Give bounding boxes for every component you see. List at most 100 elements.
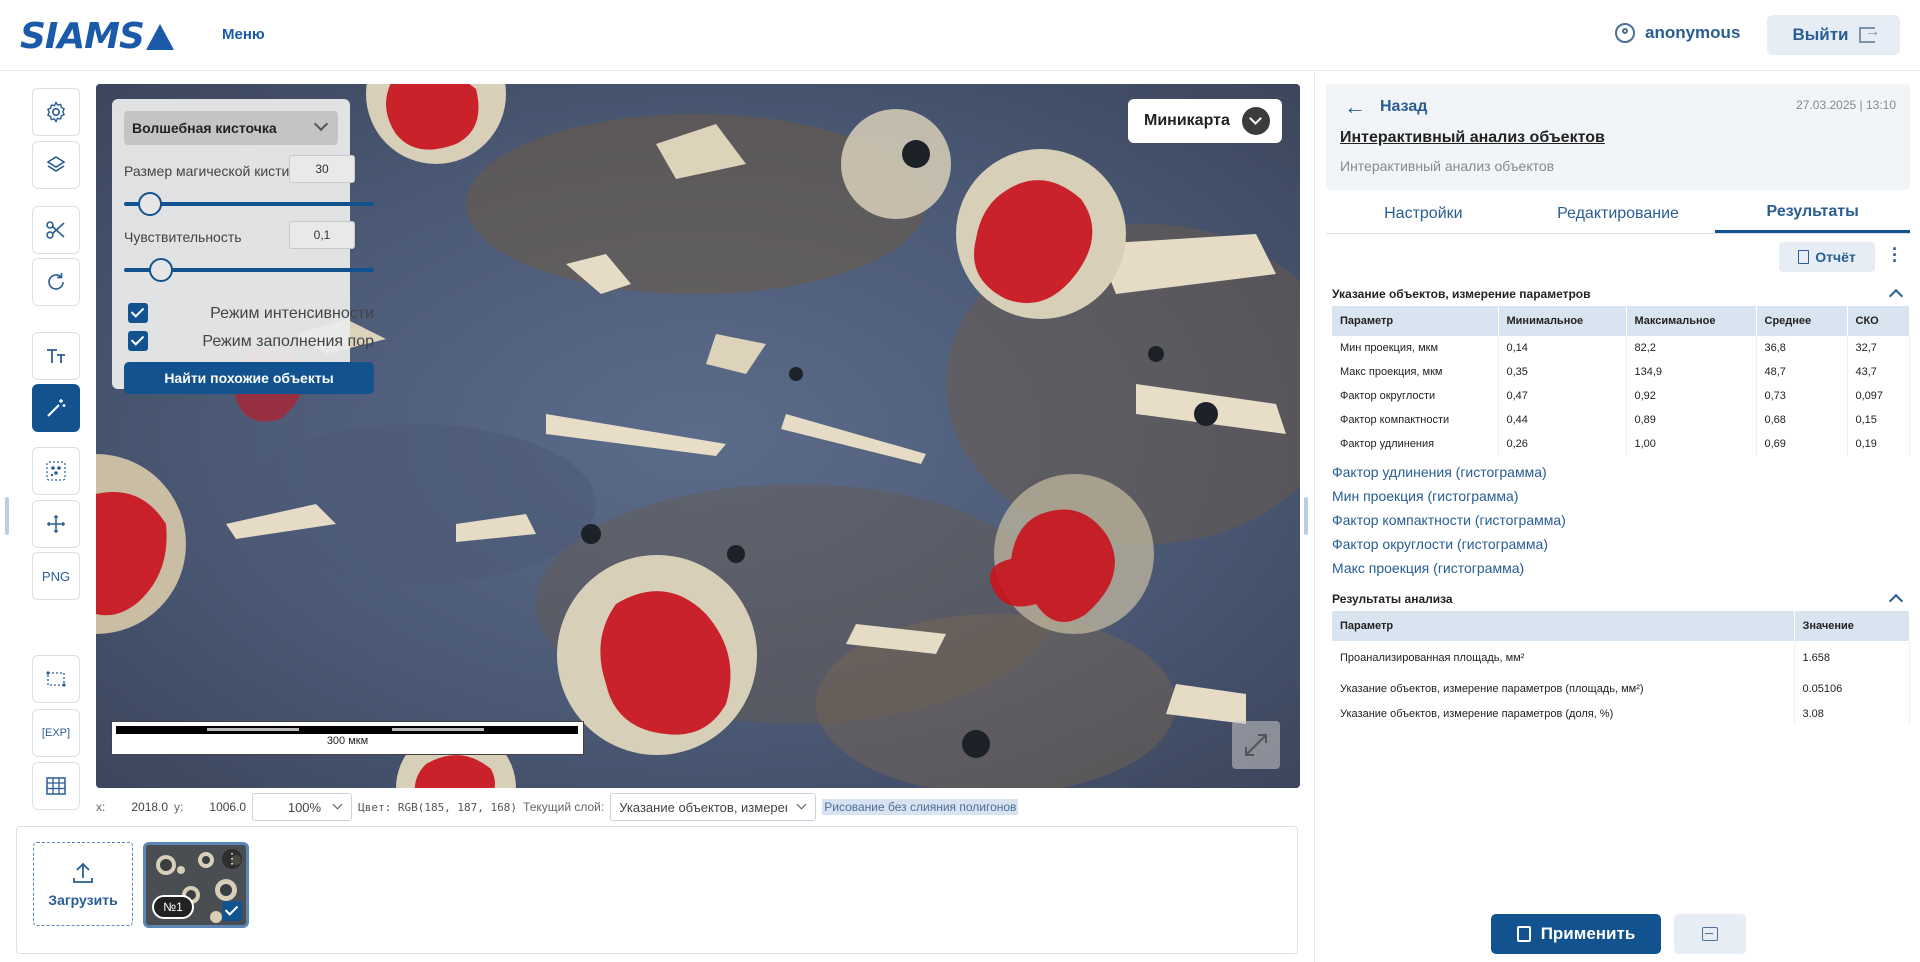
histogram-link-elongation[interactable]: Фактор удлинения (гистограмма) — [1332, 464, 1547, 480]
left-panel-resize-handle[interactable] — [5, 497, 9, 535]
table-cell: 82,2 — [1626, 336, 1757, 360]
y-coord-value: 1006.0 — [209, 800, 247, 814]
exp-export-tool[interactable]: [EXP] — [32, 709, 80, 757]
thumbnail-checkbox[interactable] — [222, 901, 242, 921]
table-cell: Фактор удлинения — [1332, 432, 1499, 456]
fullscreen-button[interactable] — [1232, 721, 1280, 769]
table-row: Фактор удлинения 0,26 1,00 0,69 0,19 — [1332, 432, 1910, 456]
tab-settings[interactable]: Настройки — [1326, 194, 1521, 233]
image-canvas[interactable]: Волшебная кисточка Размер магической кис… — [96, 84, 1300, 788]
intensity-mode-checkbox[interactable] — [128, 303, 148, 323]
table-cell: Указание объектов, измерение параметров … — [1332, 675, 1795, 703]
sensitivity-slider-knob[interactable] — [148, 258, 173, 282]
zoom-select[interactable]: 100% — [252, 793, 353, 821]
brush-size-slider[interactable] — [124, 192, 374, 216]
selection-tool[interactable] — [32, 655, 80, 703]
analysis-title[interactable]: Интерактивный анализ объектов — [1340, 129, 1605, 147]
panel-divider — [1314, 72, 1315, 962]
particles-tool[interactable] — [32, 447, 80, 495]
table-cell: Фактор компактности — [1332, 408, 1499, 432]
measure-icon — [47, 515, 65, 533]
table-cell: 36,8 — [1756, 336, 1848, 360]
magic-brush-panel: Волшебная кисточка Размер магической кис… — [112, 99, 374, 394]
draw-mode-badge[interactable]: Рисование без слияния полигонов — [822, 799, 1019, 815]
minimap-label: Миникарта — [1144, 112, 1230, 129]
logout-label: Выйти — [1792, 25, 1849, 44]
back-button[interactable]: ← Назад — [1344, 94, 1427, 120]
x-coord-value: 2018.0 — [131, 800, 169, 814]
find-similar-button[interactable]: Найти похожие объекты — [124, 362, 374, 394]
scissors-icon — [46, 221, 65, 239]
table-cell: 0,89 — [1626, 408, 1757, 432]
stats-col-min: Минимальное — [1498, 306, 1627, 336]
layer-value: Указание объектов, измерение параметров — [619, 799, 787, 815]
tool-select[interactable]: Волшебная кисточка — [124, 111, 338, 145]
tab-editing[interactable]: Редактирование — [1521, 194, 1716, 233]
brush-size-slider-knob[interactable] — [137, 192, 162, 216]
table-row: Указание объектов, измерение параметров … — [1332, 675, 1910, 703]
histogram-link-min-projection[interactable]: Мин проекция (гистограмма) — [1332, 488, 1518, 504]
upload-button[interactable]: Загрузить — [33, 842, 133, 926]
chevron-down-icon — [313, 116, 329, 132]
table-cell: 0.05106 — [1794, 675, 1910, 703]
user-name: anonymous — [1645, 23, 1741, 42]
cut-tool[interactable] — [32, 206, 80, 254]
report-button[interactable]: Отчёт — [1779, 242, 1875, 272]
settings-tool[interactable] — [32, 88, 80, 136]
stats-col-param: Параметр — [1332, 306, 1499, 336]
table-cell: 0,14 — [1498, 336, 1627, 360]
analysis-date: 27.03.2025 | 13:10 — [1796, 98, 1896, 112]
thumbnail-menu-icon[interactable]: ⋮ — [222, 849, 242, 869]
status-bar: x: 2018.0 y: 1006.0 100% Цвет: RGB(185, … — [96, 793, 1306, 821]
tab-results[interactable]: Результаты — [1715, 194, 1911, 233]
image-export-button[interactable] — [1674, 914, 1746, 954]
apply-button[interactable]: Применить — [1491, 914, 1661, 954]
x-coord-label: x: — [96, 800, 106, 814]
table-icon — [46, 777, 66, 795]
results-header-row: Параметр Значение — [1332, 611, 1910, 641]
report-label: Отчёт — [1815, 249, 1856, 265]
brush-size-input[interactable]: 30 — [289, 155, 355, 183]
magic-wand-tool[interactable] — [32, 384, 80, 432]
histogram-link-roundness[interactable]: Фактор округлости (гистограмма) — [1332, 536, 1548, 552]
chevron-up-icon[interactable] — [1888, 288, 1904, 304]
table-row: Фактор компактности 0,44 0,89 0,68 0,15 — [1332, 408, 1910, 432]
table-row: Проанализированная площадь, мм² 1.658 — [1332, 641, 1910, 675]
png-export-tool[interactable]: PNG — [32, 552, 80, 600]
logout-button[interactable]: Выйти — [1767, 15, 1900, 55]
text-tool[interactable] — [32, 332, 80, 380]
table-cell: Фактор округлости — [1332, 384, 1499, 408]
rotate-tool[interactable] — [32, 258, 80, 306]
right-panel-resize-handle[interactable] — [1304, 497, 1308, 535]
scale-bar: 300 мкм — [111, 721, 584, 755]
minimap-toggle[interactable]: Миникарта — [1128, 99, 1282, 143]
histogram-link-max-projection[interactable]: Макс проекция (гистограмма) — [1332, 560, 1524, 576]
siams-logo[interactable]: SIAMS — [20, 16, 174, 57]
table-tool[interactable] — [32, 762, 80, 810]
table-cell: 32,7 — [1847, 336, 1910, 360]
table-cell: 48,7 — [1756, 360, 1848, 384]
results-section-title: Результаты анализа — [1332, 592, 1453, 606]
brush-size-label: Размер магической кисти — [124, 163, 290, 179]
sensitivity-input[interactable]: 0,1 — [289, 221, 355, 249]
thumbnail-number: №1 — [152, 895, 194, 919]
logout-icon — [1858, 23, 1881, 43]
gear-icon — [46, 101, 66, 123]
layer-select[interactable]: Указание объектов, измерение параметров — [610, 793, 817, 821]
selection-icon — [46, 671, 66, 687]
table-row: Фактор округлости 0,47 0,92 0,73 0,097 — [1332, 384, 1910, 408]
histogram-link-compactness[interactable]: Фактор компактности (гистограмма) — [1332, 512, 1566, 528]
apply-label: Применить — [1540, 924, 1636, 943]
sensitivity-slider[interactable] — [124, 258, 374, 282]
layers-tool[interactable] — [32, 141, 80, 189]
measure-tool[interactable] — [32, 500, 80, 548]
more-options-icon[interactable]: · · · — [1892, 240, 1898, 270]
table-cell: Указание объектов, измерение параметров … — [1332, 703, 1795, 725]
chevron-up-icon[interactable] — [1888, 593, 1904, 609]
fill-pores-checkbox[interactable] — [128, 331, 148, 351]
table-cell: 0,69 — [1756, 432, 1848, 456]
image-thumbnail[interactable]: ⋮ №1 — [143, 842, 249, 928]
menu-link[interactable]: Меню — [222, 26, 265, 43]
table-row: Макс проекция, мкм 0,35 134,9 48,7 43,7 — [1332, 360, 1910, 384]
analysis-header: ← Назад 27.03.2025 | 13:10 Интерактивный… — [1326, 84, 1910, 190]
